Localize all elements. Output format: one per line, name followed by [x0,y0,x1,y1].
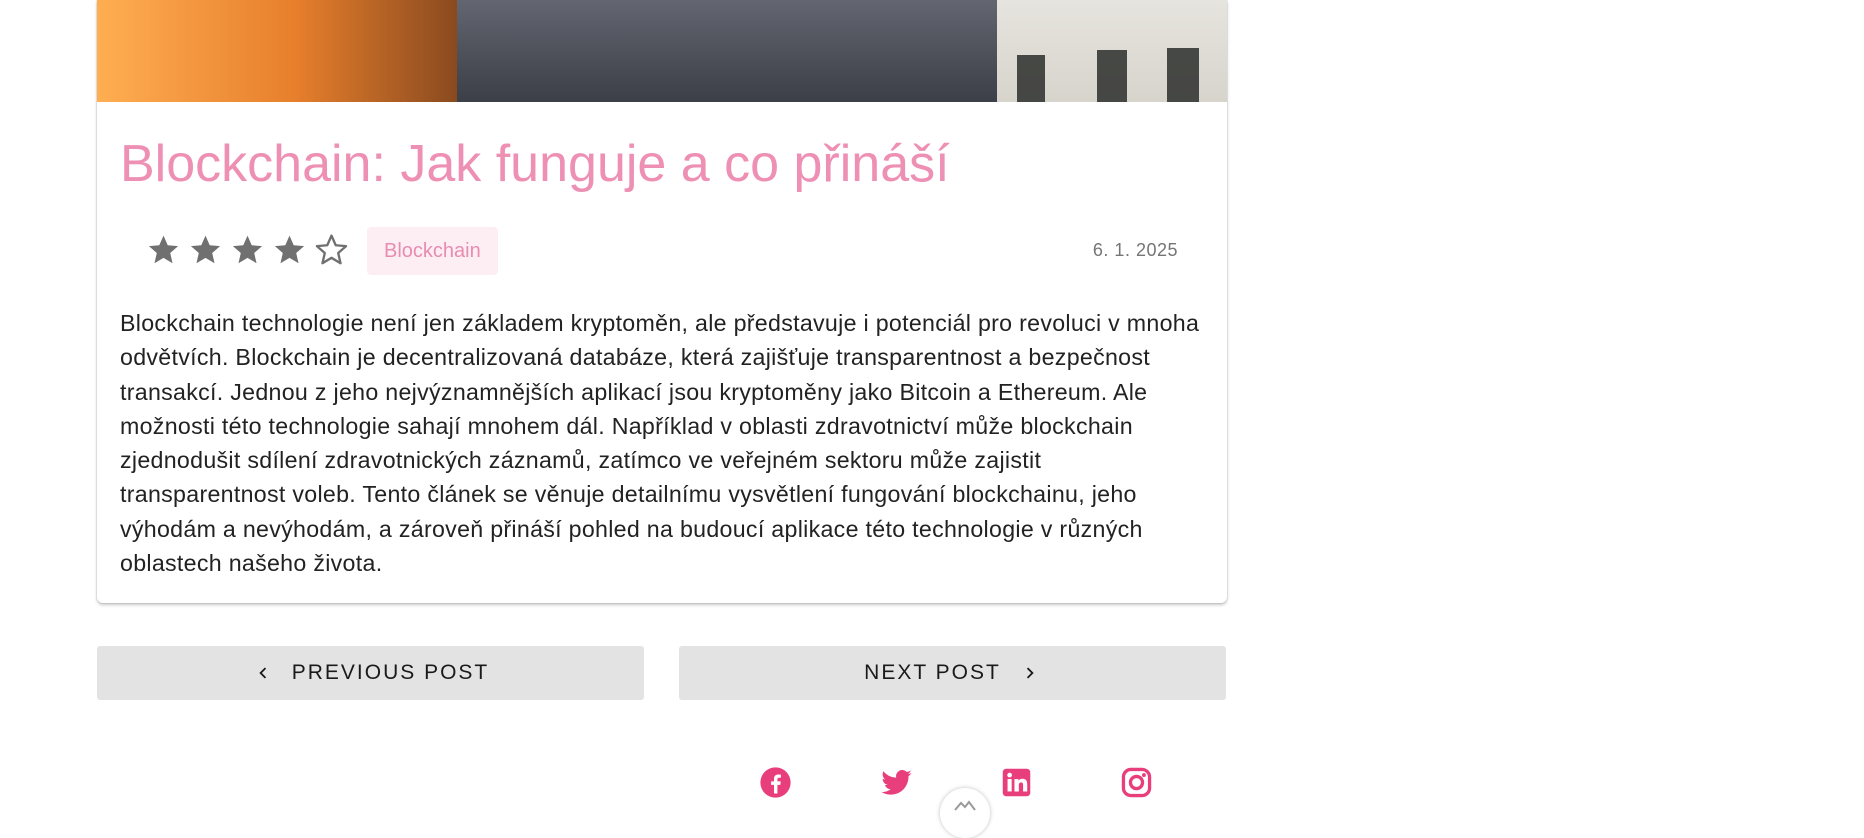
linkedin-icon [1002,768,1030,796]
facebook-link[interactable] [755,762,795,802]
star-rating [146,232,349,267]
instagram-link[interactable] [1116,762,1156,802]
article-card: Blockchain: Jak funguje a co přináší Blo… [97,0,1227,603]
next-post-label: NEXT POST [864,661,1001,684]
star-filled-icon [190,235,221,264]
twitter-icon [880,769,912,795]
previous-post-button[interactable]: PREVIOUS POST [97,646,644,700]
previous-post-label: PREVIOUS POST [291,661,490,684]
next-post-button[interactable]: NEXT POST [679,646,1226,700]
facebook-icon [759,766,791,798]
instagram-icon [1121,767,1151,797]
star-filled-icon [148,235,179,264]
category-tag[interactable]: Blockchain [367,227,498,275]
star-empty-icon [315,234,348,265]
chevron-right-icon [1026,667,1034,679]
publish-date: 6. 1. 2025 [1092,240,1178,260]
twitter-link[interactable] [876,762,916,802]
chevron-left-icon [259,667,266,679]
linkedin-link[interactable] [996,762,1036,802]
chevron-up-icon [954,800,976,811]
star-filled-icon [274,235,305,264]
scroll-to-top-button[interactable] [940,788,990,838]
article-title: Blockchain: Jak funguje a co přináší [120,135,950,193]
article-body: Blockchain technologie není jen základem… [120,310,1200,577]
article-hero-image [97,0,1227,102]
star-filled-icon [232,235,263,264]
